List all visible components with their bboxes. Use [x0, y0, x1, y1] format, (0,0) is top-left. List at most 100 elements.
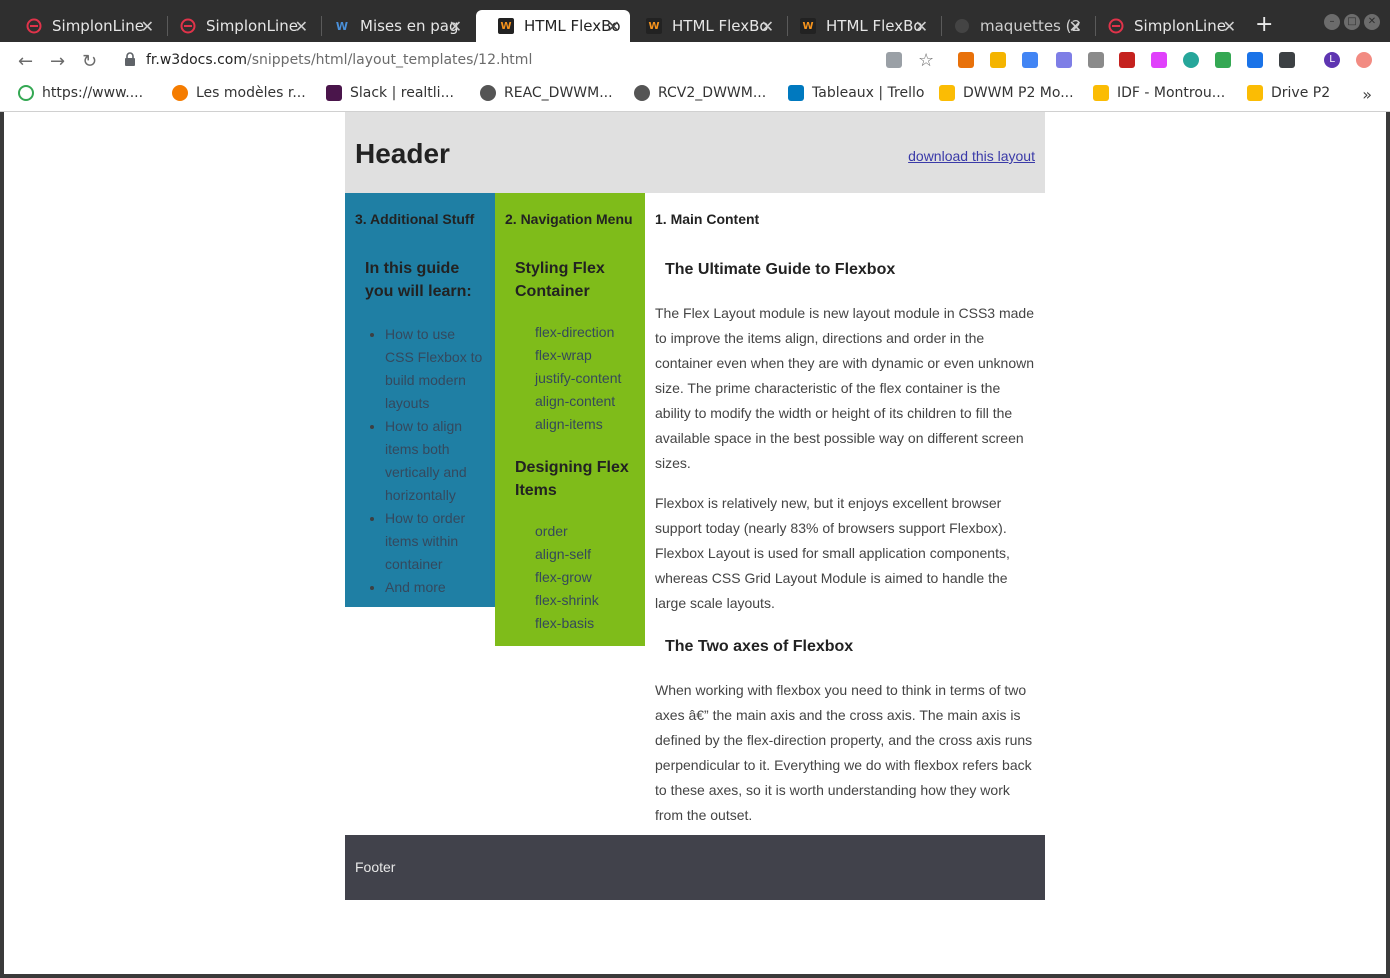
tab-simplonline-3[interactable]: SimplonLine ✕	[1086, 10, 1246, 42]
nav-item[interactable]: flex-basis	[535, 612, 635, 635]
page-header: Header download this layout	[345, 112, 1045, 193]
extension-crop-icon[interactable]	[1279, 52, 1295, 68]
tab-html-flexbox-3[interactable]: W HTML FlexBo ✕	[778, 10, 938, 42]
tab-html-flexbox-active[interactable]: W HTML FlexBo ✕	[476, 10, 630, 42]
navigation-menu-column: 2. Navigation Menu Styling Flex Containe…	[495, 193, 645, 646]
bookmark-item[interactable]: RCV2_DWWM...	[634, 85, 766, 101]
header-title: Header	[355, 138, 450, 169]
bookmark-item[interactable]: Drive P2	[1247, 85, 1330, 101]
window-controls: – □ ✕	[1324, 14, 1380, 30]
address-bar[interactable]: fr.w3docs.com/snippets/html/layout_templ…	[118, 46, 878, 76]
extension-colorpicker-icon[interactable]	[990, 52, 1006, 68]
download-layout-link[interactable]: download this layout	[908, 148, 1035, 164]
close-tab-icon[interactable]: ✕	[607, 17, 620, 36]
back-arrow-icon[interactable]: ←	[18, 51, 33, 72]
github-icon	[954, 18, 970, 34]
bookmark-item[interactable]: https://www....	[18, 85, 143, 101]
bookmark-item[interactable]: Tableaux | Trello	[788, 85, 924, 101]
additional-stuff-column: 3. Additional Stuff In this guide you wi…	[345, 193, 495, 607]
nav-list: flex-direction flex-wrap justify-content…	[535, 321, 635, 436]
extension-m-icon[interactable]	[1183, 52, 1199, 68]
close-window-icon[interactable]: ✕	[1364, 14, 1380, 30]
nav-item[interactable]: flex-grow	[535, 566, 635, 589]
tab-simplonline-1[interactable]: SimplonLine ✕	[4, 10, 164, 42]
new-tab-button[interactable]: +	[1255, 12, 1273, 37]
nav-item[interactable]: flex-shrink	[535, 589, 635, 612]
article-heading: The Ultimate Guide to Flexbox	[665, 261, 896, 278]
w3-icon: W	[335, 19, 349, 33]
nav-item[interactable]: align-items	[535, 413, 635, 436]
lock-icon	[125, 52, 135, 66]
close-tab-icon[interactable]: ✕	[915, 17, 928, 36]
w3docs-icon: W	[498, 18, 514, 34]
close-tab-icon[interactable]: ✕	[295, 17, 308, 36]
tab-strip: SimplonLine ✕ SimplonLine ✕ W Mises en p…	[0, 0, 1390, 42]
simplon-icon	[180, 18, 196, 34]
aside-heading: In this guide you will learn:	[365, 260, 472, 300]
main-title: 1. Main Content	[655, 211, 760, 227]
nav-item[interactable]: flex-direction	[535, 321, 635, 344]
globe-icon	[634, 85, 650, 101]
globe-icon	[480, 85, 496, 101]
close-tab-icon[interactable]: ✕	[449, 17, 462, 36]
tab-simplonline-2[interactable]: SimplonLine ✕	[158, 10, 318, 42]
bookmark-item[interactable]: Les modèles r...	[172, 85, 306, 101]
list-item: How to align items both vertically and h…	[385, 415, 485, 507]
w3docs-icon: W	[646, 18, 662, 34]
bookmark-item[interactable]: REAC_DWWM...	[480, 85, 613, 101]
translate-icon[interactable]	[886, 52, 902, 68]
nav-item[interactable]: order	[535, 520, 635, 543]
w3docs-icon: W	[800, 18, 816, 34]
close-tab-icon[interactable]: ✕	[1223, 17, 1236, 36]
article-heading: The Two axes of Flexbox	[665, 638, 854, 655]
nav-title: 2. Navigation Menu	[505, 211, 633, 227]
simplon-icon	[1108, 18, 1124, 34]
site-icon	[18, 85, 34, 101]
update-icon[interactable]	[1356, 52, 1372, 68]
close-tab-icon[interactable]: ✕	[141, 17, 154, 36]
extension-shield-icon[interactable]	[1215, 52, 1231, 68]
browser-window: SimplonLine ✕ SimplonLine ✕ W Mises en p…	[0, 0, 1390, 978]
extension-red-icon[interactable]	[1119, 52, 1135, 68]
extension-translate-icon[interactable]	[1022, 52, 1038, 68]
drive-icon	[939, 85, 955, 101]
minimize-icon[interactable]: –	[1324, 14, 1340, 30]
nav-item[interactable]: flex-wrap	[535, 344, 635, 367]
bookmark-item[interactable]: DWWM P2 Mo...	[939, 85, 1074, 101]
simplon-icon	[26, 18, 42, 34]
toolbar: ← → ↻ fr.w3docs.com/snippets/html/layout…	[0, 42, 1390, 79]
extension-camera-icon[interactable]	[1088, 52, 1104, 68]
extension-palette-icon[interactable]	[1151, 52, 1167, 68]
reload-icon[interactable]: ↻	[82, 51, 97, 72]
nav-item[interactable]: align-self	[535, 543, 635, 566]
bookmarks-bar: https://www.... Les modèles r... Slack |…	[0, 79, 1390, 112]
tab-mises-en-page[interactable]: W Mises en pag ✕	[312, 10, 472, 42]
close-tab-icon[interactable]: ✕	[761, 17, 774, 36]
aside-list: How to use CSS Flexbox to build modern l…	[385, 323, 485, 599]
close-tab-icon[interactable]: ✕	[1069, 17, 1082, 36]
extension-eyedropper-icon[interactable]	[1056, 52, 1072, 68]
nav-item[interactable]: align-content	[535, 390, 635, 413]
list-item: How to order items within container	[385, 507, 485, 576]
page-viewport: Header download this layout 3. Additiona…	[4, 112, 1386, 974]
bookmark-item[interactable]: IDF - Montrou...	[1093, 85, 1225, 101]
drive-icon	[1247, 85, 1263, 101]
forward-arrow-icon[interactable]: →	[50, 51, 65, 72]
tab-maquettes[interactable]: maquettes (2 ✕	[932, 10, 1092, 42]
extension-office-icon[interactable]	[958, 52, 974, 68]
aside-title: 3. Additional Stuff	[355, 211, 475, 227]
tab-html-flexbox-2[interactable]: W HTML FlexBo ✕	[624, 10, 784, 42]
nav-section-heading: Styling Flex Container	[515, 260, 605, 300]
maximize-icon[interactable]: □	[1344, 14, 1360, 30]
trello-icon	[788, 85, 804, 101]
list-item: How to use CSS Flexbox to build modern l…	[385, 323, 485, 415]
extension-j-icon[interactable]	[1247, 52, 1263, 68]
star-icon[interactable]: ☆	[918, 50, 934, 71]
bookmark-item[interactable]: Slack | realtli...	[326, 85, 454, 101]
nav-section-heading: Designing Flex Items	[515, 459, 629, 499]
more-bookmarks-icon[interactable]: »	[1362, 85, 1372, 104]
footer-label: Footer	[355, 859, 396, 875]
article-paragraph: Flexbox is relatively new, but it enjoys…	[655, 495, 1010, 611]
profile-avatar[interactable]: L	[1324, 52, 1340, 68]
nav-item[interactable]: justify-content	[535, 367, 635, 390]
